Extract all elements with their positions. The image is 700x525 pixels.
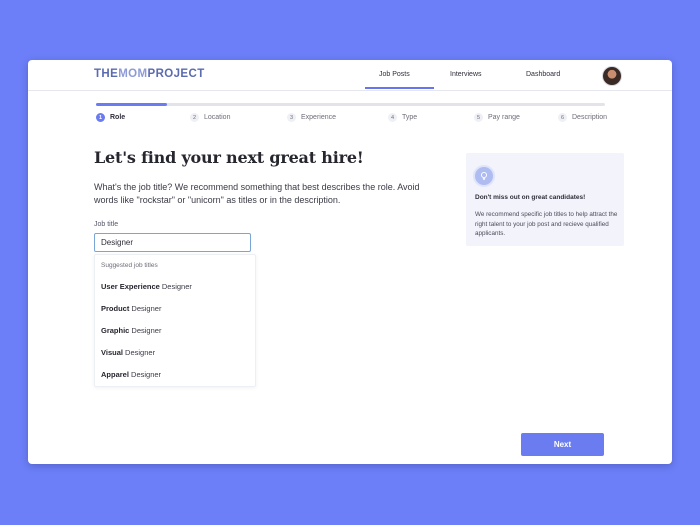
step-location[interactable]: 2 Location [190, 113, 230, 122]
suggestion-bold: Apparel [101, 370, 129, 379]
suggestion-bold: Visual [101, 348, 123, 357]
step-label: Pay range [488, 114, 520, 121]
company-logo[interactable]: THEMOMPROJECT [94, 68, 205, 80]
tip-body: We recommend specific job titles to help… [475, 211, 618, 237]
suggestion-bold: Graphic [101, 326, 130, 335]
user-avatar[interactable] [602, 66, 622, 86]
top-header: THEMOMPROJECT Job Posts Interviews Dashb… [28, 60, 672, 91]
nav-job-posts[interactable]: Job Posts [379, 71, 410, 78]
suggestion-rest: Designer [159, 282, 192, 291]
suggestion-rest: Designer [129, 304, 162, 313]
job-title-input[interactable] [94, 233, 251, 252]
step-label: Description [572, 114, 608, 121]
suggestion-bold: Product [101, 304, 130, 313]
step-number: 1 [96, 113, 105, 122]
step-type[interactable]: 4 Type [388, 113, 417, 122]
step-label: Role [110, 114, 126, 121]
logo-text-mom: MOM [118, 68, 148, 80]
suggestion-bold: User Experience [101, 282, 160, 291]
suggestion-rest: Designer [129, 326, 162, 335]
page-description: What's the job title? We recommend somet… [94, 182, 420, 205]
job-title-label: Job title [94, 221, 119, 228]
step-number: 5 [474, 113, 483, 122]
step-label: Experience [301, 114, 337, 121]
step-description[interactable]: 6 Description [558, 113, 607, 122]
step-experience[interactable]: 3 Experience [287, 113, 336, 122]
lightbulb-icon [475, 167, 493, 185]
step-number: 2 [190, 113, 199, 122]
suggestion-rest: Designer [122, 348, 156, 357]
page-title: Let's find your next great hire! [94, 148, 364, 167]
suggestion-rest: Designer [128, 370, 162, 379]
suggestion-option[interactable]: Product Designer [101, 304, 161, 313]
step-role[interactable]: 1 Role [96, 113, 125, 122]
suggestions-dropdown: Suggested job titles User Experience Des… [94, 254, 256, 387]
progress-fill [96, 103, 168, 106]
suggestion-option[interactable]: Graphic Designer [101, 326, 161, 335]
nav-interviews[interactable]: Interviews [450, 71, 482, 78]
next-button[interactable]: Next [521, 433, 604, 456]
step-label: Type [402, 114, 418, 121]
suggestion-option[interactable]: User Experience Designer [101, 282, 192, 291]
step-number: 6 [558, 113, 567, 122]
suggestion-option[interactable]: Apparel Designer [101, 370, 161, 379]
lightbulb-icon-svg [480, 171, 488, 181]
logo-text-project: PROJECT [147, 68, 205, 80]
app-window: THEMOMPROJECT Job Posts Interviews Dashb… [28, 60, 672, 464]
logo-text-the: THE [94, 68, 119, 80]
tip-title: Don't miss out on great candidates! [475, 194, 586, 201]
step-pay-range[interactable]: 5 Pay range [474, 113, 520, 122]
tip-card: Don't miss out on great candidates! We r… [466, 153, 624, 246]
suggestions-title: Suggested job titles [101, 262, 158, 269]
progress-track [96, 103, 605, 106]
step-number: 4 [388, 113, 397, 122]
step-number: 3 [287, 113, 296, 122]
step-label: Location [204, 114, 231, 121]
nav-dashboard[interactable]: Dashboard [526, 71, 560, 78]
suggestion-option[interactable]: Visual Designer [101, 348, 155, 357]
nav-active-indicator [365, 87, 434, 89]
